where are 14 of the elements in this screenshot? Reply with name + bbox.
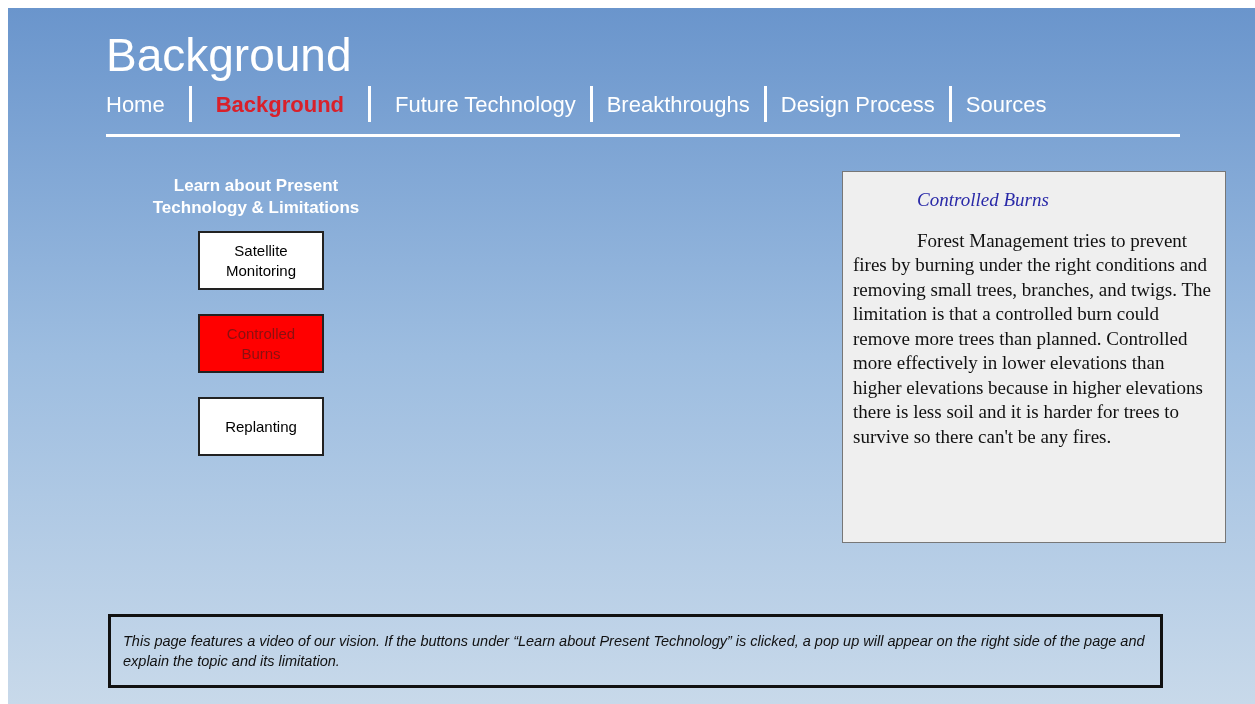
nav-link[interactable]: Breakthroughs bbox=[606, 87, 750, 121]
nav-link[interactable]: Home bbox=[106, 87, 165, 121]
topic-button[interactable]: Satellite Monitoring bbox=[198, 231, 324, 290]
popup-title: Controlled Burns bbox=[917, 188, 1049, 212]
nav-link[interactable]: Design Process bbox=[780, 87, 935, 121]
topic-button[interactable]: Replanting bbox=[198, 397, 324, 456]
nav-link[interactable]: Background bbox=[215, 87, 345, 121]
page-title: Background bbox=[106, 30, 352, 80]
caption-box: This page features a video of our vision. If the buttons under “Learn about Present Technology” is clicked, a pop up will appear on the right side of the page and explain the topic and its limitation. bbox=[108, 614, 1163, 688]
popup-text: Forest Management tries to prevent fires by burning under the right conditions and removing small trees, branches, and twigs. The limitation is that a controlled burn could remove more trees than planned. Controlled more effectively in lower elevations than higher elevations because in higher elevations there is less soil and it is harder for trees to survive so there can't be any fires. bbox=[853, 228, 1212, 449]
nav-link[interactable]: Future Technology bbox=[395, 87, 576, 121]
sidebar-heading: Learn about Present Technology & Limitations bbox=[151, 175, 361, 219]
nav-link[interactable]: Sources bbox=[965, 87, 1047, 121]
topic-button[interactable]: Controlled Burns bbox=[198, 314, 324, 373]
